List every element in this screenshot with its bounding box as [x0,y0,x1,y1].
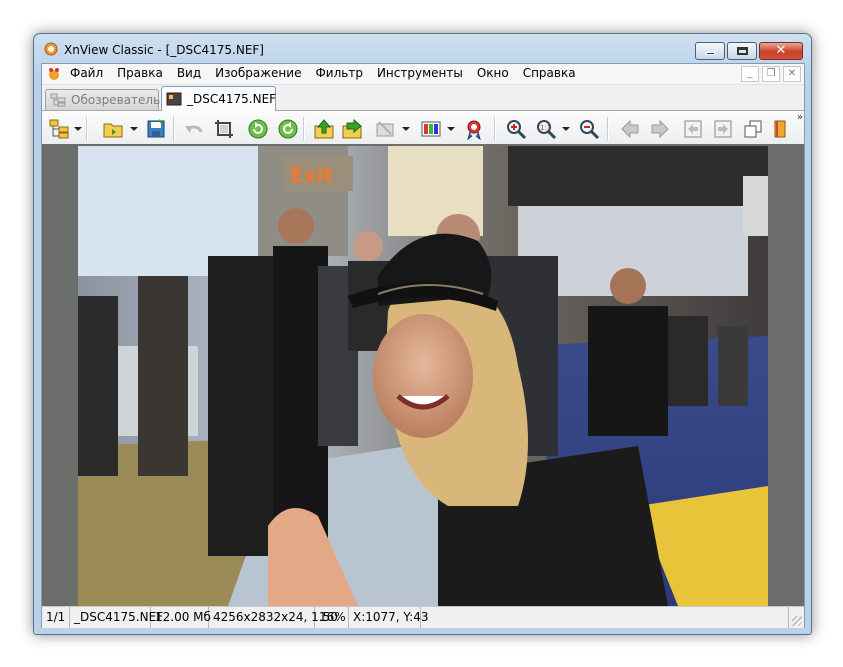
open-dropdown[interactable] [130,127,138,131]
next-image-button[interactable] [649,118,671,140]
rotate-left-button[interactable] [247,118,269,140]
previous-folder-button[interactable] [313,118,335,140]
save-button[interactable] [145,118,167,140]
first-page-icon [684,120,702,138]
status-index: 1/1 [42,607,70,628]
zoom-actual-size-button[interactable]: 1:1 [535,118,557,140]
crop-button[interactable] [213,118,235,140]
window-title: XnView Classic - [_DSC4175.NEF] [64,43,264,57]
menu-file[interactable]: Файл [63,64,110,83]
wallpaper-dropdown[interactable] [402,127,410,131]
previous-image-button[interactable] [619,118,641,140]
adjust-colors-icon [421,121,441,137]
application-window: XnView Classic - [_DSC4175.NEF] ✕ Файл П… [33,33,812,635]
minimize-icon [706,52,715,55]
close-button[interactable]: ✕ [759,42,803,60]
first-page-button[interactable] [682,118,704,140]
copy-button[interactable] [742,118,764,140]
status-bar: 1/1 _DSC4175.NEF 12.00 Мб 4256x2832x24, … [42,606,804,628]
menu-image[interactable]: Изображение [208,64,308,83]
previous-folder-icon [314,119,334,139]
status-empty-panel [421,607,789,628]
status-filename: _DSC4175.NEF [70,607,163,628]
browser-tree-button[interactable] [48,118,70,140]
separator [494,117,496,141]
separator [86,117,88,141]
tab-image[interactable]: _DSC4175.NEF [161,86,276,111]
menu-edit[interactable]: Правка [110,64,170,83]
adjust-colors-dropdown[interactable] [447,127,455,131]
menu-filter[interactable]: Фильтр [308,64,369,83]
image-file-icon [166,92,182,106]
zoom-in-button[interactable] [505,118,527,140]
tab-image-label: _DSC4175.NEF [187,92,277,106]
rotate-right-button[interactable] [277,118,299,140]
fullscreen-icon [467,120,481,140]
toolbar-overflow-chevron[interactable]: » [797,112,803,123]
fullscreen-button[interactable] [463,118,485,140]
status-dimensions: 4256x2832x24, 1.50 [209,607,338,628]
image-viewer[interactable]: Exit [42,144,804,606]
browser-tree-dropdown[interactable] [74,127,82,131]
last-page-icon [714,120,732,138]
menu-view[interactable]: Вид [170,64,208,83]
status-filesize: 12.00 Мб [151,607,211,628]
close-icon: ✕ [775,43,787,58]
rotate-left-icon [248,119,268,139]
bookmark-icon [774,120,786,138]
browser-folders-icon [50,93,66,107]
crop-icon [215,120,233,138]
menu-bar: Файл Правка Вид Изображение Фильтр Инстр… [42,64,804,85]
menu-tools[interactable]: Инструменты [370,64,470,83]
open-folder-icon [103,123,123,138]
previous-image-icon [621,119,639,139]
mdi-minimize-button[interactable]: _ [741,66,759,82]
zoom-dropdown[interactable] [562,127,570,131]
rotate-right-icon [278,119,298,139]
last-page-button[interactable] [712,118,734,140]
status-zoom: 16% [315,607,349,628]
svg-text:1:1: 1:1 [540,124,551,132]
adjust-colors-button[interactable] [420,118,442,140]
client-area: Файл Правка Вид Изображение Фильтр Инстр… [41,63,805,628]
tab-browser[interactable]: Обозреватель [45,89,161,110]
next-image-icon [651,119,669,139]
copy-icon [744,120,762,138]
open-folder-button[interactable] [102,118,124,140]
menu-window[interactable]: Окно [470,64,516,83]
next-folder-button[interactable] [341,118,363,140]
mdi-restore-button[interactable]: ❐ [762,66,780,82]
zoom-out-button[interactable] [578,118,600,140]
tab-bar: Обозреватель _DSC4175.NEF [42,85,804,111]
mdi-close-button[interactable]: ✕ [783,66,801,82]
separator [607,117,609,141]
zoom-in-icon [507,120,527,140]
xnview-app-icon [44,42,58,56]
title-bar[interactable]: XnView Classic - [_DSC4175.NEF] ✕ [34,34,811,63]
zoom-out-icon [580,120,600,140]
browser-tree-icon [49,119,69,139]
separator [303,117,305,141]
separator [173,117,175,141]
tab-browser-label: Обозреватель [71,93,161,107]
status-coordinates: X:1077, Y:43 [349,607,428,628]
bookmark-button[interactable] [772,118,788,140]
maximize-button[interactable] [727,42,757,60]
svg-text:Exit: Exit [290,163,333,187]
save-icon [147,119,165,138]
undo-icon [185,125,203,133]
maximize-icon [737,47,748,55]
photo-canvas: Exit [78,146,768,606]
set-wallpaper-icon [376,121,394,137]
zoom-actual-size-icon: 1:1 [537,120,557,140]
next-folder-icon [342,118,362,139]
minimize-button[interactable] [695,42,725,60]
menu-help[interactable]: Справка [516,64,583,83]
toolbar: 1:1 » [42,111,804,144]
undo-button[interactable] [183,118,205,140]
resize-grip[interactable] [792,616,802,626]
document-system-menu-icon[interactable] [47,67,61,81]
set-wallpaper-button[interactable] [374,118,396,140]
